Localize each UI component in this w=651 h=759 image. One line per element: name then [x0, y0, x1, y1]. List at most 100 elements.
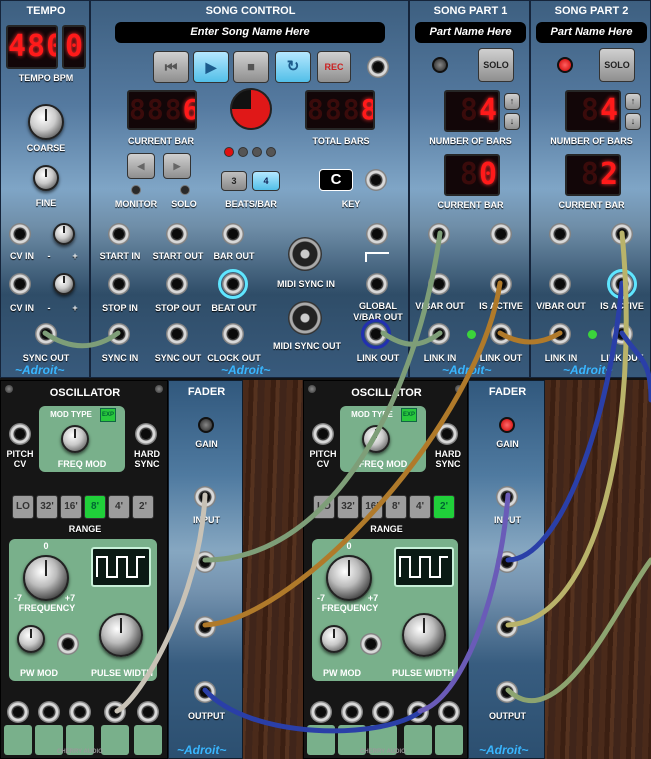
triangle-out-jack[interactable] [137, 701, 159, 723]
key-jack[interactable] [365, 169, 387, 191]
range-4-button-2[interactable]: 4' [409, 495, 431, 519]
song-part-1-gate-out-jack[interactable] [428, 223, 450, 245]
range-lo-button[interactable]: LO [12, 495, 34, 519]
pulse-out-jack-2[interactable] [372, 701, 394, 723]
ramp-out-jack[interactable] [38, 701, 60, 723]
stop-in-jack[interactable] [108, 273, 130, 295]
ramp-out-jack-2[interactable] [341, 701, 363, 723]
range-32-button[interactable]: 32' [36, 495, 58, 519]
song-part-1-is-active-jack[interactable] [490, 273, 512, 295]
sine-out-jack-2[interactable] [407, 701, 429, 723]
midi-sync-in-port[interactable] [288, 237, 322, 271]
song-part-1-bars-down[interactable]: ↓ [504, 113, 520, 130]
pw-mod-jack[interactable] [57, 633, 79, 655]
cv-in-2-jack[interactable] [9, 273, 31, 295]
song-part-2-link-in-jack[interactable] [549, 323, 571, 345]
midi-sync-out-port[interactable] [288, 301, 322, 335]
pitch-cv-jack-2[interactable] [312, 423, 334, 445]
saw-out-jack-2[interactable] [310, 701, 332, 723]
pulse-out-jack[interactable] [69, 701, 91, 723]
range-16-button-2[interactable]: 16' [361, 495, 383, 519]
fader-2-gate-jack[interactable] [496, 551, 518, 573]
song-part-2-vbar-out-jack[interactable] [549, 273, 571, 295]
sync-out-jack[interactable] [35, 323, 57, 345]
global-vbar-out-jack[interactable] [366, 273, 388, 295]
sync-in-jack[interactable] [108, 323, 130, 345]
sync-out-jack-2[interactable] [166, 323, 188, 345]
song-part-1-link-in-jack[interactable] [428, 323, 450, 345]
fader-1-gate-jack[interactable] [194, 551, 216, 573]
hard-sync-jack[interactable] [135, 423, 157, 445]
pw-mod-knob-2[interactable] [320, 625, 348, 653]
rewind-button[interactable]: ⏮ [153, 51, 189, 83]
fine-knob[interactable] [33, 165, 59, 191]
pw-mod-jack-2[interactable] [360, 633, 382, 655]
pw-mod-knob[interactable] [17, 625, 45, 653]
song-part-2-bars-up[interactable]: ↑ [625, 93, 641, 110]
range-32-button-2[interactable]: 32' [337, 495, 359, 519]
clock-out-jack[interactable] [222, 323, 244, 345]
beats-3-button[interactable]: 3 [221, 171, 247, 191]
song-part-2-name-field[interactable]: Part Name Here [536, 22, 647, 43]
range-2-button[interactable]: 2' [132, 495, 154, 519]
cv-in-2-attenuator-knob[interactable] [53, 273, 75, 295]
monitor-left-button[interactable]: ◀ [127, 153, 155, 179]
stop-out-jack[interactable] [166, 273, 188, 295]
pulse-width-knob[interactable] [99, 613, 143, 657]
cv-in-1-jack[interactable] [9, 223, 31, 245]
song-part-2-is-active-jack[interactable] [611, 273, 633, 295]
key-display[interactable]: C [319, 169, 353, 191]
exp-toggle-2[interactable]: EXP [401, 408, 417, 422]
start-in-jack[interactable] [108, 223, 130, 245]
fader-2-input-jack[interactable] [496, 486, 518, 508]
start-out-jack[interactable] [166, 223, 188, 245]
fader-2-output-jack[interactable] [496, 681, 518, 703]
beat-out-jack[interactable] [222, 273, 244, 295]
fader-1-input-jack[interactable] [194, 486, 216, 508]
song-part-1-solo-button[interactable]: SOLO [478, 48, 514, 82]
song-part-2-solo-button[interactable]: SOLO [599, 48, 635, 82]
range-16-button[interactable]: 16' [60, 495, 82, 519]
fader-1-trig-jack[interactable] [194, 616, 216, 638]
hard-sync-jack-2[interactable] [436, 423, 458, 445]
freq-mod-knob[interactable] [61, 425, 89, 453]
coarse-knob[interactable] [28, 104, 64, 140]
song-part-1-vbar-out-jack[interactable] [428, 273, 450, 295]
freq-mod-knob-2[interactable] [362, 425, 390, 453]
rec-jack[interactable] [367, 56, 389, 78]
fader-1-output-jack[interactable] [194, 681, 216, 703]
saw-out-jack[interactable] [7, 701, 29, 723]
song-part-2-trig-out-jack[interactable] [611, 223, 633, 245]
stop-button[interactable]: ■ [233, 51, 269, 83]
rec-button[interactable]: REC [317, 51, 351, 83]
song-part-1-link-out-jack[interactable] [490, 323, 512, 345]
beats-4-button[interactable]: 4 [252, 171, 280, 191]
sine-out-jack[interactable] [104, 701, 126, 723]
song-part-1-trig-out-jack[interactable] [490, 223, 512, 245]
link-out-jack[interactable] [365, 323, 387, 345]
song-part-2-bars-down[interactable]: ↓ [625, 113, 641, 130]
pulse-width-knob-2[interactable] [402, 613, 446, 657]
play-button[interactable]: ▶ [193, 51, 229, 83]
monitor-right-button[interactable]: ▶ [163, 153, 191, 179]
range-8-button-2[interactable]: 8' [385, 495, 407, 519]
bar-out-jack[interactable] [222, 223, 244, 245]
range-2-button-2[interactable]: 2' [433, 495, 455, 519]
triangle-out-jack-2[interactable] [438, 701, 460, 723]
song-part-2-link-out-jack[interactable] [611, 323, 633, 345]
monitor-led[interactable] [131, 185, 141, 195]
song-part-1-name-field[interactable]: Part Name Here [415, 22, 526, 43]
loop-button[interactable]: ↻ [275, 51, 311, 83]
fader-2-trig-jack[interactable] [496, 616, 518, 638]
global-1-jack[interactable] [366, 223, 388, 245]
range-lo-button-2[interactable]: LO [313, 495, 335, 519]
song-name-field[interactable]: Enter Song Name Here [115, 22, 385, 43]
exp-toggle[interactable]: EXP [100, 408, 116, 422]
solo-led[interactable] [180, 185, 190, 195]
pitch-cv-jack[interactable] [9, 423, 31, 445]
range-4-button[interactable]: 4' [108, 495, 130, 519]
song-part-1-bars-up[interactable]: ↑ [504, 93, 520, 110]
range-8-button[interactable]: 8' [84, 495, 106, 519]
cv-in-1-attenuator-knob[interactable] [53, 223, 75, 245]
song-part-2-gate-out-jack[interactable] [549, 223, 571, 245]
